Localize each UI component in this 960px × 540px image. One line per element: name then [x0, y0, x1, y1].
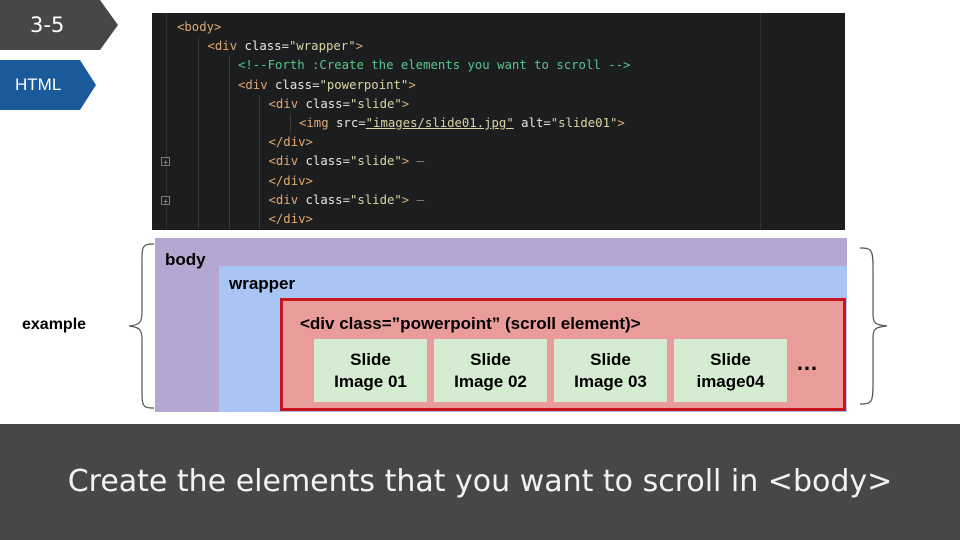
- code-token: </div>: [268, 135, 313, 150]
- slide-box-04: Slide image04: [674, 339, 787, 402]
- code-token: "powerpoint": [319, 77, 409, 92]
- indent-guide: [289, 114, 291, 134]
- language-badge-text: HTML: [15, 75, 62, 94]
- right-brace: [859, 247, 888, 405]
- powerpoint-label: <div class=”powerpoint” (scroll element)…: [300, 314, 641, 333]
- code-token: <div: [207, 39, 245, 54]
- indent-guide: [259, 94, 261, 230]
- code-line: <div class="powerpoint">: [238, 76, 416, 95]
- code-line: <!--Forth :Create the elements you want …: [238, 56, 630, 75]
- body-label: body: [165, 250, 206, 269]
- slide-box-01: Slide Image 01: [314, 339, 427, 402]
- fold-toggle-icon[interactable]: +: [161, 195, 170, 206]
- code-token: >: [355, 39, 364, 54]
- code-line: <div class="slide">: [269, 95, 410, 114]
- code-line: <div class="wrapper">: [208, 37, 364, 56]
- code-token: "slide01": [550, 116, 618, 130]
- code-line: <body>: [177, 18, 221, 37]
- slide-box-02: Slide Image 02: [434, 339, 547, 402]
- code-token: >: [408, 77, 416, 92]
- code-token: =: [358, 116, 366, 130]
- code-token: <body>: [177, 20, 222, 34]
- code-token: src: [336, 116, 359, 130]
- code-token: >: [401, 96, 410, 111]
- code-token: =: [342, 192, 350, 207]
- code-token: class: [305, 154, 343, 169]
- caption-text: Create the elements that you want to scr…: [67, 464, 893, 499]
- code-token: "images/slide01.jpg": [365, 116, 514, 130]
- code-token: <div: [268, 154, 306, 169]
- code-line: </div>: [269, 210, 313, 229]
- code-line: <div class="slide"> –: [269, 152, 425, 171]
- code-token: </div>: [268, 212, 313, 226]
- code-line: </div>: [269, 133, 313, 152]
- code-token: "slide": [349, 154, 402, 169]
- code-line: <div class="slide"> –: [269, 191, 425, 210]
- code-token: =: [342, 154, 350, 169]
- code-token: class: [244, 39, 282, 54]
- code-token: =: [281, 39, 289, 54]
- code-token: <div: [268, 192, 306, 207]
- code-token: class: [275, 77, 313, 92]
- example-label: example: [22, 316, 87, 333]
- more-slides-ellipsis: …: [796, 350, 818, 375]
- left-brace: [128, 243, 155, 409]
- code-token: =: [543, 116, 551, 130]
- slide-number-text: 3-5: [30, 13, 65, 37]
- indent-guide: [198, 37, 200, 230]
- code-token: >: [617, 116, 625, 130]
- code-token: "wrapper": [288, 39, 356, 54]
- code-editor-panel: <body> <div class="wrapper"> <!--Forth :Cr…: [152, 13, 845, 230]
- code-line: <img src="images/slide01.jpg" alt="slide…: [299, 114, 625, 133]
- fold-toggle-icon[interactable]: +: [161, 157, 170, 167]
- slide-number-badge: 3-5: [0, 0, 118, 50]
- code-token: class: [305, 96, 343, 111]
- code-token: <img: [299, 116, 337, 130]
- code-token: </div>: [268, 173, 313, 188]
- code-token: <div: [238, 77, 276, 92]
- code-editor-divider: [760, 13, 761, 230]
- code-token: <div: [268, 96, 306, 111]
- code-token: –: [409, 192, 425, 207]
- slide-box-03: Slide Image 03: [554, 339, 667, 402]
- wrapper-label: wrapper: [229, 274, 296, 293]
- code-token: "slide": [349, 192, 402, 207]
- code-line: </div>: [269, 172, 313, 191]
- code-token: class: [305, 192, 343, 207]
- code-token: alt: [513, 116, 544, 130]
- code-token: "slide": [349, 96, 402, 111]
- code-token: <!--Forth :Create the elements you want …: [238, 58, 631, 73]
- code-token: =: [342, 96, 350, 111]
- code-token: –: [409, 154, 425, 169]
- language-badge: HTML: [0, 60, 96, 110]
- indent-guide: [228, 56, 230, 230]
